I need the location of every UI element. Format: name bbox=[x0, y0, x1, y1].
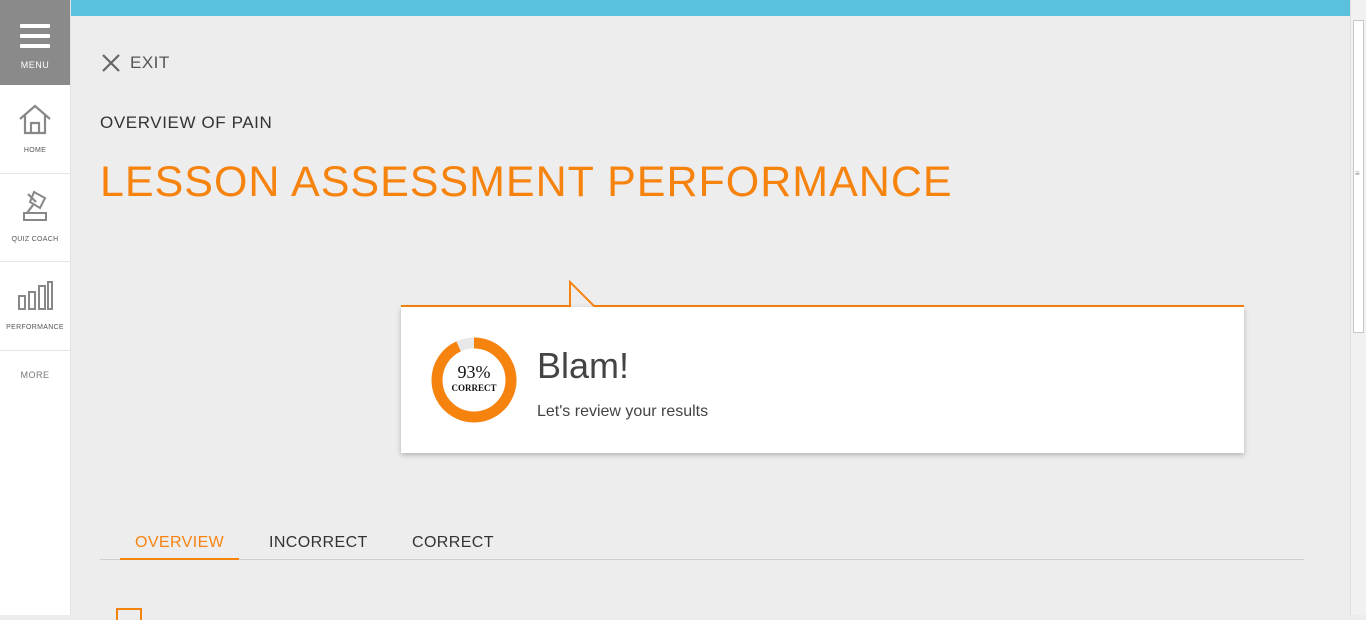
card-pointer-border bbox=[401, 280, 1244, 307]
top-accent-bar bbox=[70, 0, 1350, 16]
exit-button[interactable]: EXIT bbox=[101, 52, 170, 74]
list-item-marker bbox=[116, 608, 142, 620]
scrollbar-grip-icon: ≡ bbox=[1355, 169, 1360, 178]
result-tabs: OVERVIEW INCORRECT CORRECT bbox=[100, 532, 1304, 560]
sidebar-item-home[interactable]: HOME bbox=[0, 86, 70, 174]
score-percent: 93% bbox=[457, 362, 491, 382]
close-icon bbox=[102, 54, 120, 72]
result-headline: Blam! bbox=[537, 345, 630, 386]
hamburger-icon bbox=[20, 24, 50, 54]
menu-label: MENU bbox=[20, 60, 50, 70]
sidebar-item-performance[interactable]: PERFORMANCE bbox=[0, 262, 70, 351]
score-label: CORRECT bbox=[451, 383, 497, 393]
tab-overview[interactable]: OVERVIEW bbox=[120, 532, 240, 560]
sidebar-item-label: PERFORMANCE bbox=[6, 324, 64, 331]
sidebar-item-quiz-coach[interactable]: QUIZ COACH bbox=[0, 174, 70, 262]
home-icon bbox=[19, 104, 51, 135]
tab-incorrect[interactable]: INCORRECT bbox=[254, 532, 383, 558]
quiz-coach-icon bbox=[23, 190, 47, 221]
vertical-scrollbar[interactable]: ≡ bbox=[1350, 0, 1366, 615]
sidebar-item-label: QUIZ COACH bbox=[11, 236, 59, 243]
exit-label: EXIT bbox=[130, 53, 170, 72]
sidebar-more[interactable]: MORE bbox=[0, 370, 70, 380]
menu-button[interactable]: MENU bbox=[0, 0, 70, 85]
page-title: LESSON ASSESSMENT PERFORMANCE bbox=[100, 158, 953, 206]
result-card: 93% CORRECT Blam! Let's review your resu… bbox=[401, 307, 1244, 453]
lesson-name: OVERVIEW OF PAIN bbox=[100, 113, 273, 132]
result-message: Let's review your results bbox=[537, 403, 709, 420]
sidebar: MENU HOME QUIZ COACH PERFORMANCE MORE bbox=[0, 0, 71, 615]
sidebar-item-label: HOME bbox=[23, 147, 47, 154]
bar-chart-icon bbox=[18, 281, 53, 310]
tab-correct[interactable]: CORRECT bbox=[397, 532, 509, 558]
